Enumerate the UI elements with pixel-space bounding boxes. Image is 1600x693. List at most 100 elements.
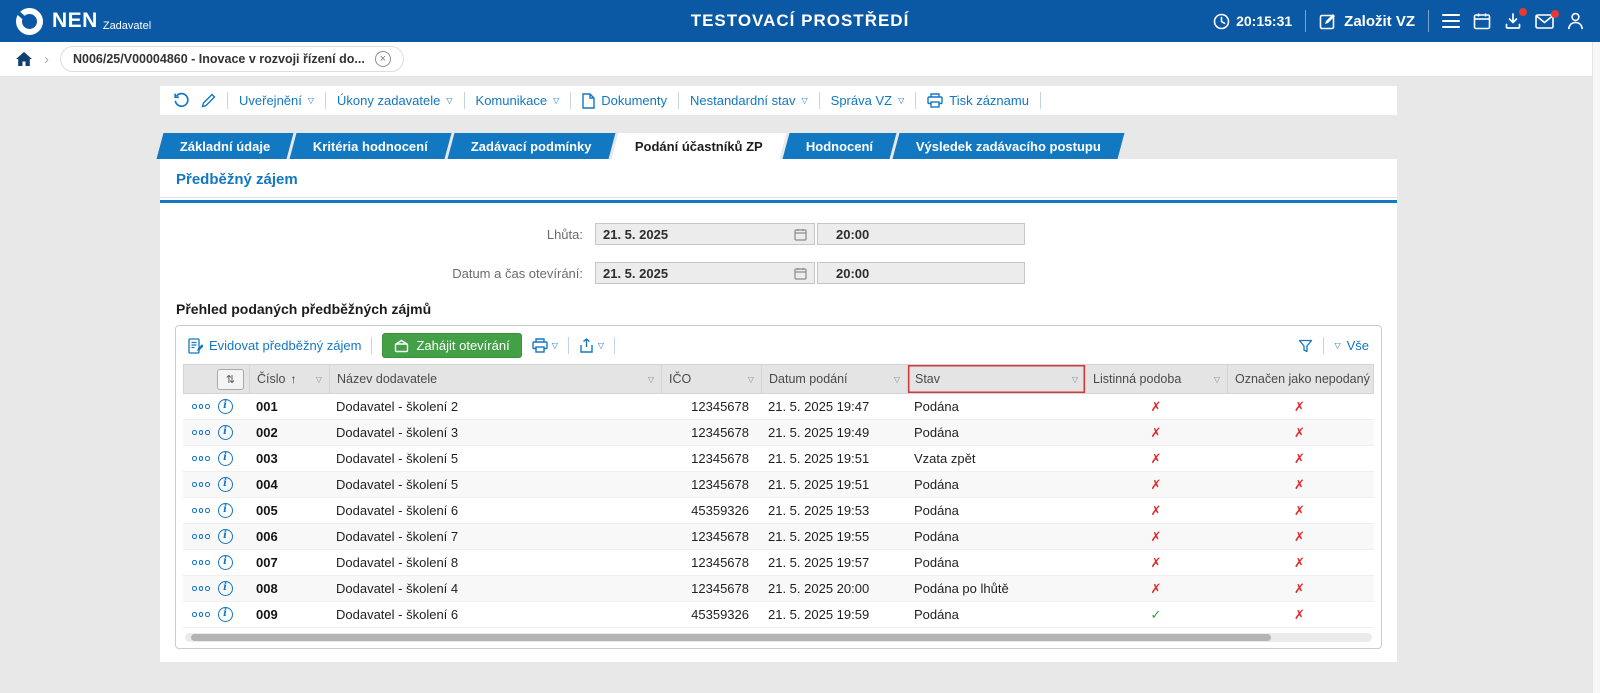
info-icon[interactable]: i [218, 399, 233, 414]
column-settings[interactable]: ⇅ [184, 365, 250, 393]
view-all-dropdown[interactable]: ▽ Vše [1334, 338, 1369, 353]
home-icon[interactable] [15, 51, 33, 67]
menu-icon[interactable] [1442, 14, 1460, 29]
downloads-icon[interactable] [1504, 12, 1522, 30]
filter-dropdown-icon[interactable]: ▽ [1214, 375, 1220, 384]
chevron-down-icon: ▽ [308, 96, 314, 105]
column-datum-podani[interactable]: Datum podání ▽ [762, 365, 908, 393]
oteviranie-date-field[interactable]: 21. 5. 2025 [595, 262, 815, 284]
nen-logo-icon [16, 8, 43, 35]
row-menu-icon[interactable] [192, 508, 210, 513]
row-menu-icon[interactable] [192, 612, 210, 617]
tab-podani-ucastniku-zp[interactable]: Podání účastníků ZP [611, 133, 786, 159]
table-row[interactable]: i005Dodavatel - školení 64535932621. 5. … [183, 498, 1374, 524]
cell-ico: 12345678 [661, 477, 761, 492]
print-grid-button[interactable]: ▽ [532, 338, 558, 353]
filter-dropdown-icon[interactable]: ▽ [316, 375, 322, 384]
info-icon[interactable]: i [218, 529, 233, 544]
table-row[interactable]: i001Dodavatel - školení 21234567821. 5. … [183, 394, 1374, 420]
brand-name: NEN [52, 9, 98, 33]
export-button[interactable]: ▽ [579, 338, 604, 354]
table-row[interactable]: i006Dodavatel - školení 71234567821. 5. … [183, 524, 1374, 550]
breadcrumb: › N006/25/V00004860 - Inovace v rozvoji … [0, 42, 1600, 77]
lhuta-date-field[interactable]: 21. 5. 2025 [595, 223, 815, 245]
edit-icon[interactable] [201, 93, 216, 108]
row-menu-icon[interactable] [192, 456, 210, 461]
info-icon[interactable]: i [218, 425, 233, 440]
row-menu-icon[interactable] [192, 534, 210, 539]
menu-dokumenty[interactable]: Dokumenty [582, 93, 667, 109]
tab-kriteria-hodnoceni[interactable]: Kritéria hodnocení [290, 133, 452, 159]
filter-dropdown-icon[interactable]: ▽ [748, 375, 754, 384]
calendar-small-icon[interactable] [794, 228, 807, 241]
info-icon[interactable]: i [218, 555, 233, 570]
column-oznacen-jako-nepodany[interactable]: Označen jako nepodaný [1228, 365, 1373, 393]
row-menu-icon[interactable] [192, 430, 210, 435]
table-row[interactable]: i003Dodavatel - školení 51234567821. 5. … [183, 446, 1374, 472]
cross-icon: ✗ [1151, 451, 1162, 467]
nen-logo[interactable]: NEN Zadavatel [16, 8, 151, 35]
column-listinna-podoba[interactable]: Listinná podoba ▽ [1086, 365, 1228, 393]
topbar-divider [1428, 10, 1429, 32]
menu-komunikace[interactable]: Komunikace▽ [476, 93, 560, 108]
tab-vysledek-zadavaciho-postupu[interactable]: Výsledek zadávacího postupu [892, 133, 1124, 159]
document-icon [582, 93, 595, 109]
column-ico[interactable]: IČO ▽ [662, 365, 762, 393]
menu-sprava-vz[interactable]: Správa VZ▽ [831, 93, 905, 108]
menu-tisk-zaznamu[interactable]: Tisk záznamu [927, 93, 1029, 108]
top-bar: NEN Zadavatel TESTOVACÍ PROSTŘEDÍ 20:15:… [0, 0, 1600, 42]
filter-icon[interactable] [1298, 339, 1313, 353]
column-nazev-dodavatele[interactable]: Název dodavatele ▽ [330, 365, 662, 393]
column-stav[interactable]: Stav ▽ [908, 365, 1086, 393]
info-icon[interactable]: i [218, 503, 233, 518]
start-opening-button[interactable]: Zahájit otevírání [382, 333, 521, 358]
tab-zadavaci-podminky[interactable]: Zadávací podmínky [448, 133, 616, 159]
table-row[interactable]: i004Dodavatel - školení 51234567821. 5. … [183, 472, 1374, 498]
info-icon[interactable]: i [218, 451, 233, 466]
table-row[interactable]: i002Dodavatel - školení 31234567821. 5. … [183, 420, 1374, 446]
info-icon[interactable]: i [218, 477, 233, 492]
cross-icon: ✗ [1294, 477, 1305, 493]
filter-dropdown-icon[interactable]: ▽ [648, 375, 654, 384]
oteviranie-time-field[interactable]: 20:00 [817, 262, 1025, 284]
row-tools: i [183, 399, 249, 414]
create-vz-button[interactable]: Založit VZ [1319, 12, 1415, 30]
info-icon[interactable]: i [218, 607, 233, 622]
column-cislo[interactable]: Číslo ↑ ▽ [250, 365, 330, 393]
history-icon[interactable] [173, 92, 190, 109]
row-menu-icon[interactable] [192, 560, 210, 565]
tab-zakladni-udaje[interactable]: Základní údaje [157, 133, 294, 159]
sort-asc-icon: ↑ [290, 372, 296, 386]
filter-dropdown-icon[interactable]: ▽ [894, 375, 900, 384]
lhuta-time-field[interactable]: 20:00 [817, 223, 1025, 245]
menu-uverejneni[interactable]: Uveřejnění▽ [239, 93, 314, 108]
scrollbar-thumb[interactable] [191, 634, 1271, 641]
register-interest-button[interactable]: Evidovat předběžný zájem [188, 338, 361, 354]
calendar-icon[interactable] [1473, 12, 1491, 30]
profile-icon[interactable] [1567, 12, 1584, 30]
chevron-down-icon: ▽ [446, 96, 452, 105]
row-menu-icon[interactable] [192, 586, 210, 591]
info-icon[interactable]: i [218, 581, 233, 596]
calendar-small-icon[interactable] [794, 267, 807, 280]
menu-nestandardni-stav[interactable]: Nestandardní stav▽ [690, 93, 808, 108]
cell-datum-podani: 21. 5. 2025 20:00 [761, 581, 907, 596]
horizontal-scrollbar[interactable] [185, 633, 1372, 642]
row-menu-icon[interactable] [192, 482, 210, 487]
breadcrumb-item[interactable]: N006/25/V00004860 - Inovace v rozvoji ří… [60, 46, 404, 72]
columns-icon[interactable]: ⇅ [217, 369, 244, 390]
cross-icon: ✗ [1151, 503, 1162, 519]
messages-icon[interactable] [1535, 14, 1554, 29]
table-row[interactable]: i007Dodavatel - školení 81234567821. 5. … [183, 550, 1374, 576]
cell-listinna-podoba: ✗ [1085, 477, 1227, 493]
table-row[interactable]: i009Dodavatel - školení 64535932621. 5. … [183, 602, 1374, 628]
filter-dropdown-icon[interactable]: ▽ [1072, 375, 1078, 384]
cell-listinna-podoba: ✗ [1085, 425, 1227, 441]
row-menu-icon[interactable] [192, 404, 210, 409]
tab-hodnoceni[interactable]: Hodnocení [782, 133, 896, 159]
vertical-scrollbar[interactable] [1592, 42, 1600, 693]
menu-ukony-zadavatele[interactable]: Úkony zadavatele▽ [337, 93, 453, 108]
close-icon[interactable]: × [375, 51, 391, 67]
cell-ico: 12345678 [661, 529, 761, 544]
table-row[interactable]: i008Dodavatel - školení 41234567821. 5. … [183, 576, 1374, 602]
